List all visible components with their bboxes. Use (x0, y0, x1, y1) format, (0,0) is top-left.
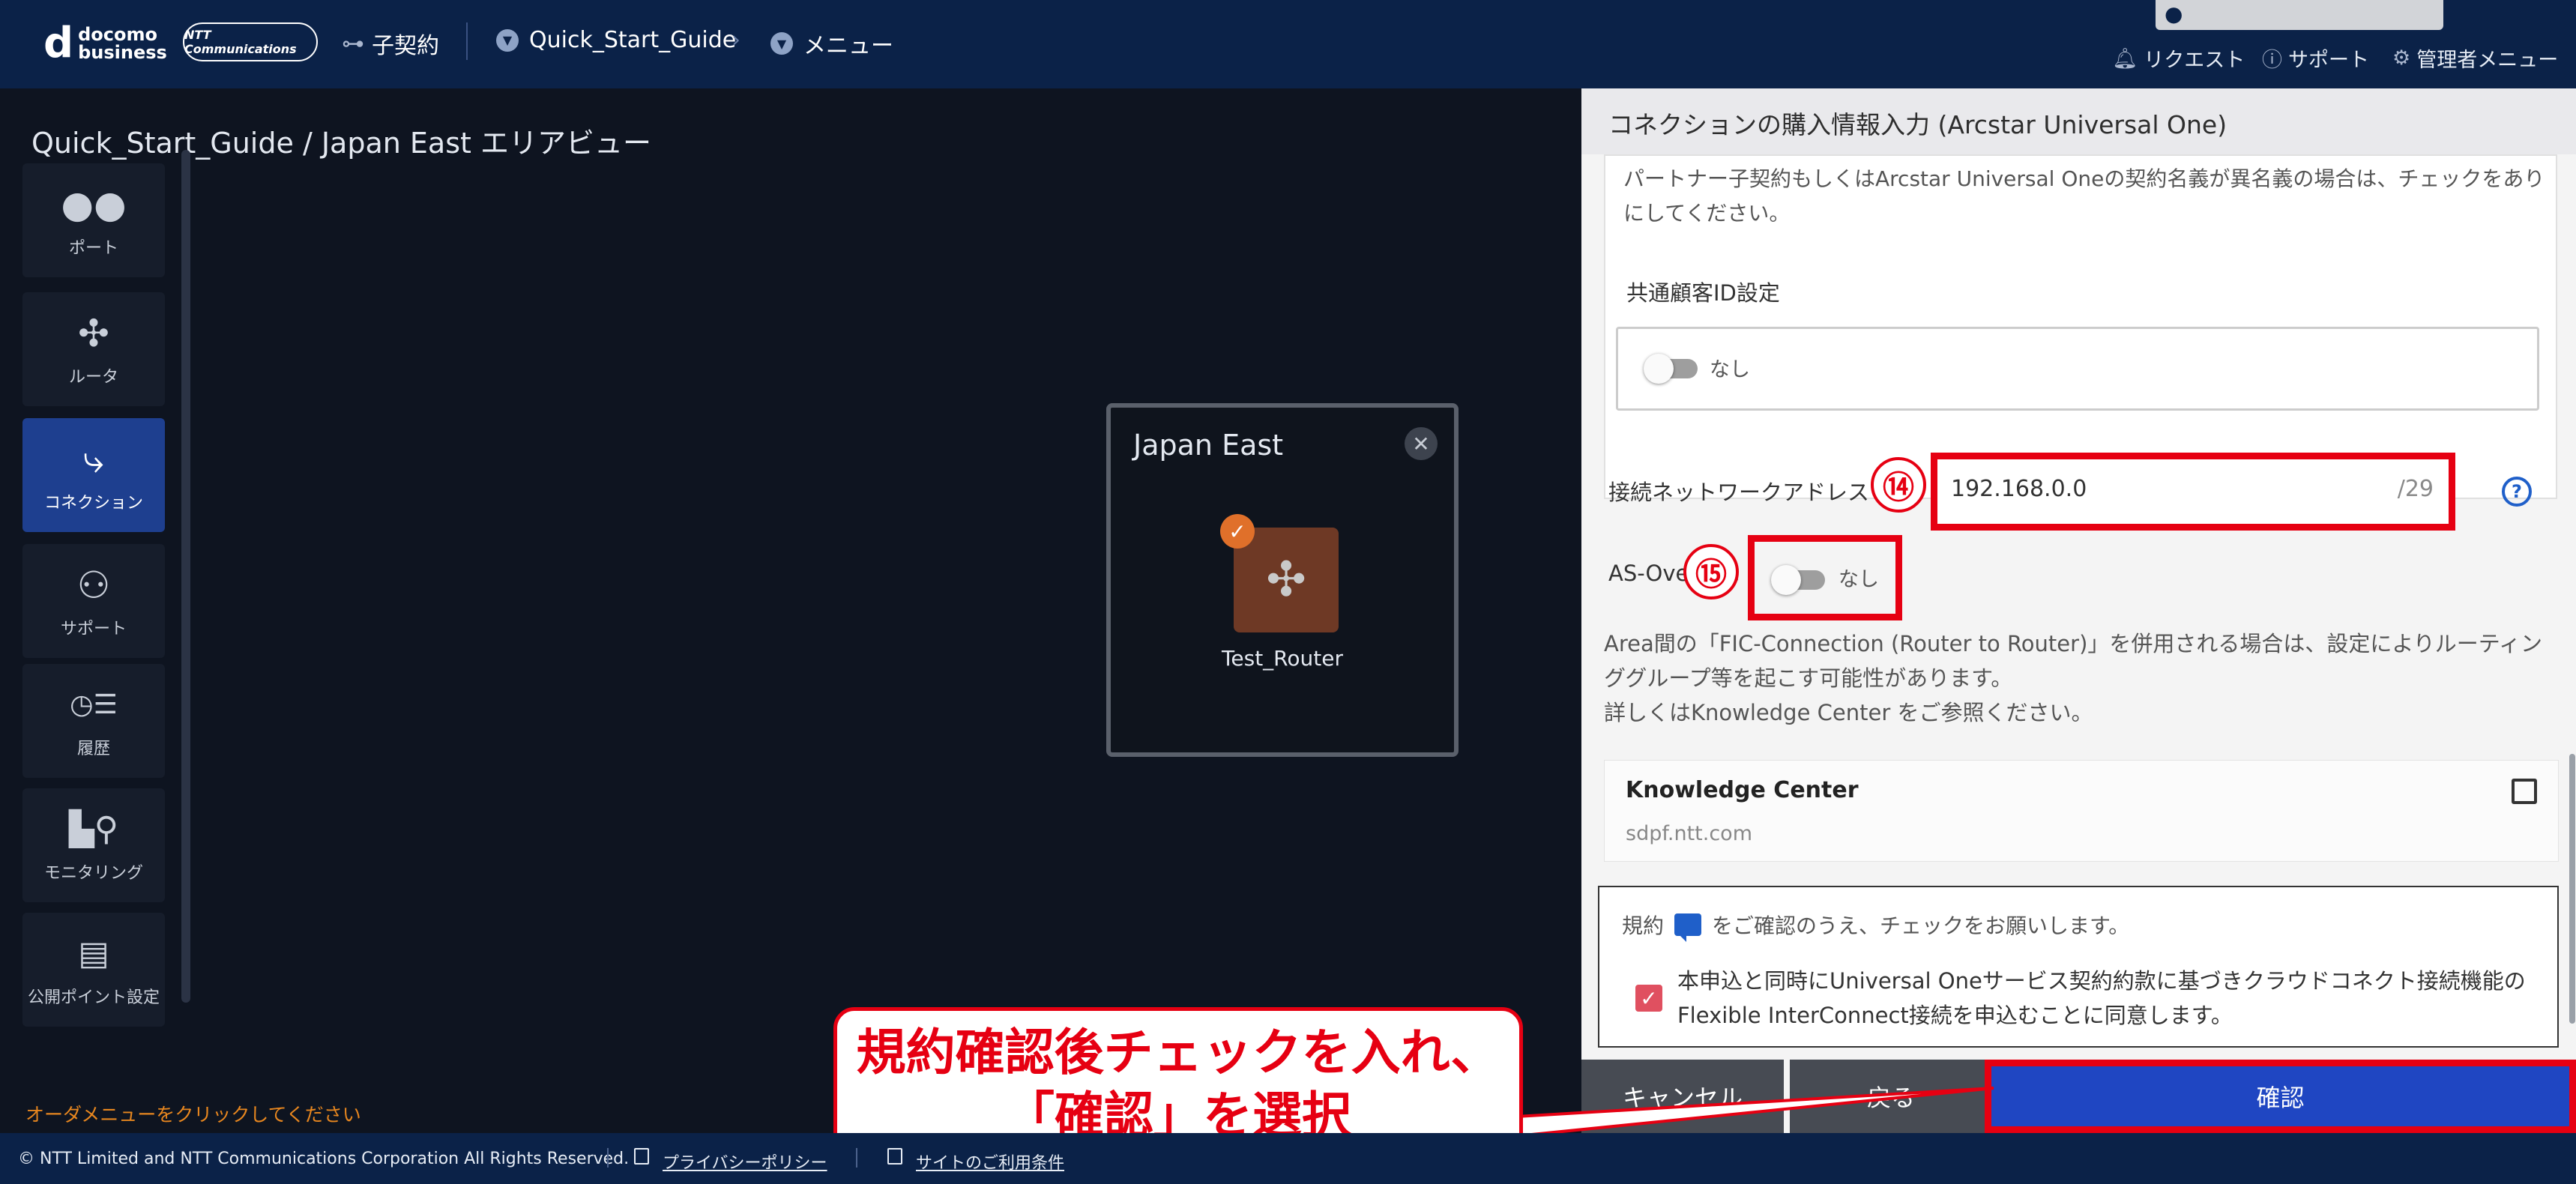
router-icon: ✣ (78, 312, 109, 355)
sidebar-item-connection[interactable]: ⤷ コネクション (22, 418, 165, 532)
chevron-down-icon: ▼ (770, 32, 793, 55)
menu-selector[interactable]: ▼ メニュー (770, 27, 893, 60)
back-button[interactable]: 戻る (1790, 1060, 1992, 1133)
terms-instruction: 規約 をご確認のうえ、チェックをお願いします。 (1622, 913, 2130, 942)
routing-warning: Area間の「FIC-Connection (Router to Router)… (1604, 631, 2543, 725)
common-customer-id-label: 共通顧客ID設定 (1626, 280, 1780, 306)
common-customer-id-box: なし (1616, 327, 2539, 411)
sub-contract-link[interactable]: ⊶ 子契約 (342, 27, 439, 60)
area-popup: Japan East ✕ ✣ ✓ Test_Router (1106, 403, 1459, 757)
terms-card: 規約 をご確認のうえ、チェックをお願いします。 ✓ 本申込と同時にUnivers… (1598, 886, 2559, 1048)
sidebar-scrollbar[interactable] (181, 150, 190, 1003)
step-15-marker: ⑮ (1683, 544, 1739, 599)
as-override-highlight: なし (1748, 535, 1902, 620)
connection-icon: ⤷ (83, 438, 104, 481)
history-icon: ◷☰ (70, 689, 118, 720)
check-icon: ✓ (1220, 514, 1255, 549)
external-link-icon (887, 1148, 902, 1165)
chevron-down-icon: ▼ (496, 28, 519, 52)
help-icon[interactable]: ? (2502, 477, 2532, 507)
partner-note: パートナー子契約もしくはArcstar Universal Oneの契約名義が異… (1623, 166, 2545, 226)
network-address-input[interactable]: 192.168.0.0 /29 (1931, 453, 2455, 531)
agree-text: 本申込と同時にUniversal Oneサービス契約約款に基づきクラウドコネクト… (1677, 968, 2526, 1028)
gear-icon: ⚙ (2392, 46, 2411, 70)
purchase-info-panel: コネクションの購入情報入力 (Arcstar Universal One) パー… (1581, 88, 2576, 1133)
external-link-icon (634, 1148, 649, 1165)
contract-selector[interactable]: ▼ Quick_Start_Guide (496, 27, 736, 53)
open-external-icon[interactable] (2512, 779, 2537, 804)
monitoring-icon: ▙⚲ (68, 810, 119, 848)
knowledge-center-card[interactable]: Knowledge Center sdpf.ntt.com (1604, 760, 2559, 862)
footer: © NTT Limited and NTT Communications Cor… (0, 1133, 2576, 1184)
area-view-title: Quick_Start_Guide / Japan East エリアビュー (31, 127, 651, 160)
close-icon[interactable]: ✕ (1405, 427, 1438, 460)
support-link[interactable]: ⓘ サポート (2262, 43, 2369, 73)
network-address-label: 接続ネットワークアドレス (1608, 480, 1870, 505)
ntt-communications-logo: NTT Communications (183, 22, 318, 61)
top-header: d docomo business NTT Communications ⊶ 子… (0, 0, 2576, 88)
breadcrumb-chevron-icon: › (732, 27, 740, 53)
router-icon: ✣ (1266, 552, 1306, 608)
sidebar-item-router[interactable]: ✣ ルータ (22, 292, 165, 406)
as-override-toggle[interactable] (1771, 565, 1825, 595)
order-menu-hint: オーダメニューをクリックしてください (25, 1104, 361, 1126)
terms-chat-icon[interactable] (1674, 913, 1702, 942)
request-link[interactable]: 🔔︎ リクエスト (2112, 43, 2245, 73)
privacy-policy-link[interactable]: プライバシーポリシー (663, 1150, 827, 1174)
sidebar-item-history[interactable]: ◷☰ 履歴 (22, 664, 165, 778)
sidebar-item-port[interactable]: ●● ポート (22, 163, 165, 277)
step-14-marker: ⑭ (1871, 457, 1926, 513)
docomo-business-logo[interactable]: d docomo business (43, 22, 167, 64)
footer-divider (856, 1148, 857, 1168)
terms-of-use-link[interactable]: サイトのご利用条件 (916, 1150, 1064, 1174)
bell-icon: 🔔︎ (2112, 46, 2138, 70)
router-label: Test_Router (1222, 646, 1343, 671)
public-point-icon: ▤ (78, 934, 109, 973)
footer-divider (607, 1148, 609, 1168)
copyright: © NTT Limited and NTT Communications Cor… (18, 1150, 630, 1168)
header-divider (466, 22, 468, 60)
user-account-box[interactable] (2156, 0, 2443, 30)
hierarchy-icon: ⊶ (342, 30, 364, 57)
admin-menu-link[interactable]: ⚙ 管理者メニュー (2392, 43, 2558, 73)
support-icon: ⚇ (76, 564, 111, 607)
port-icon: ●● (61, 183, 127, 226)
agree-checkbox[interactable]: ✓ (1635, 985, 1662, 1012)
cancel-button[interactable]: キャンセル (1581, 1060, 1784, 1133)
sidebar-item-monitoring[interactable]: ▙⚲ モニタリング (22, 788, 165, 902)
sidebar-item-public-point[interactable]: ▤ 公開ポイント設定 (22, 913, 165, 1027)
user-icon: ● (2165, 1, 2183, 26)
panel-title: コネクションの購入情報入力 (Arcstar Universal One) (1581, 88, 2576, 154)
common-customer-id-toggle[interactable] (1644, 354, 1698, 384)
sidebar-item-support[interactable]: ⚇ サポート (22, 544, 165, 658)
panel-scrollbar[interactable] (2569, 754, 2575, 1024)
help-circle-icon: ⓘ (2262, 49, 2282, 72)
confirm-button[interactable]: 確認 (1985, 1060, 2576, 1133)
popup-title: Japan East (1133, 429, 1284, 462)
